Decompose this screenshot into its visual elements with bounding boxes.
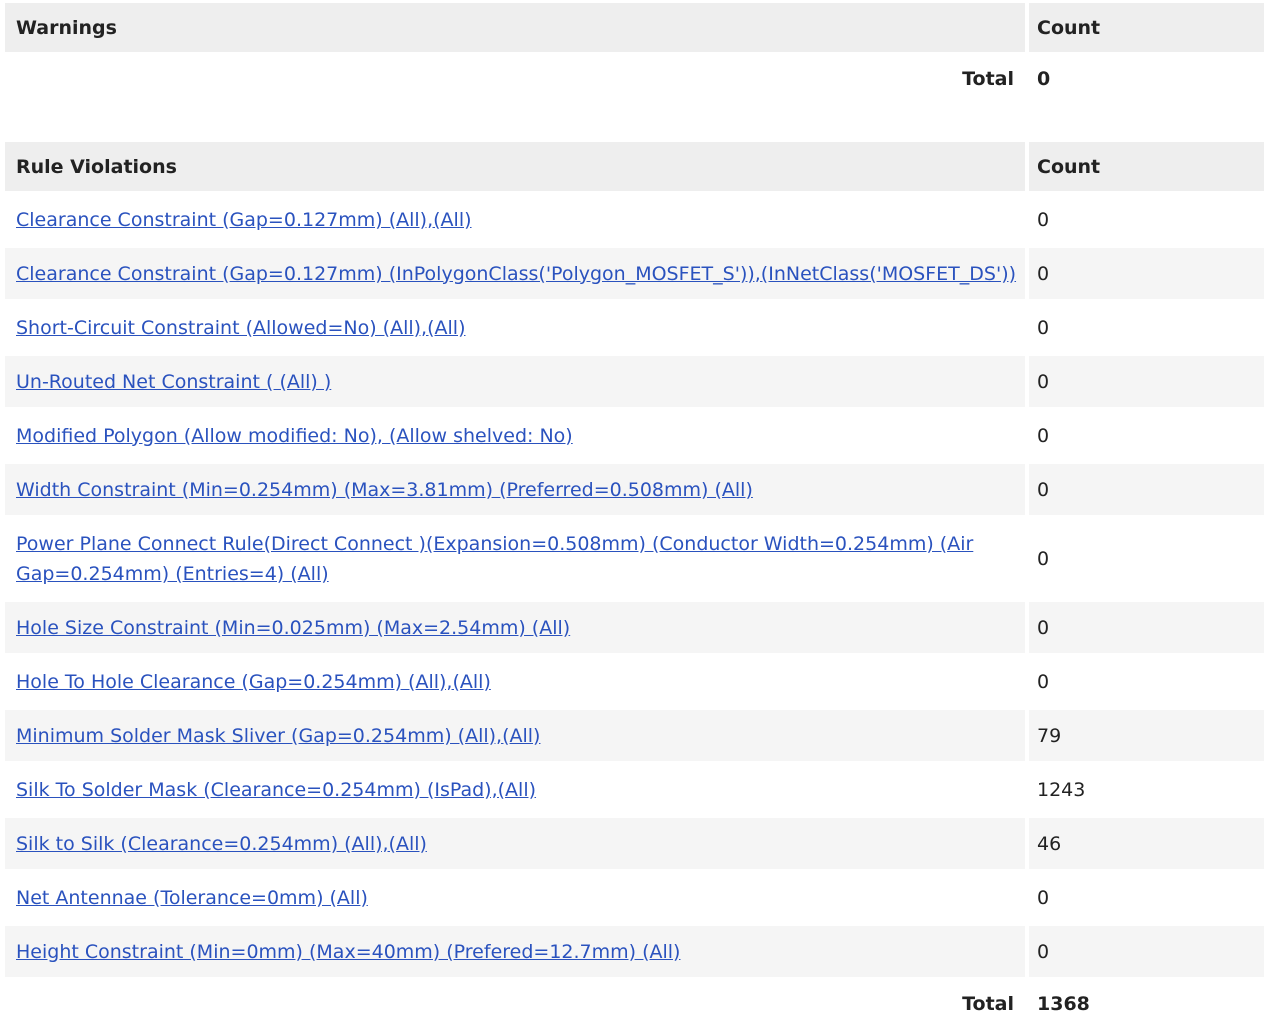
warnings-total-row: Total 0 bbox=[5, 52, 1264, 106]
violations-body: Clearance Constraint (Gap=0.127mm) (All)… bbox=[5, 191, 1264, 1031]
count-cell: 0 bbox=[1025, 461, 1264, 515]
table-row: Un-Routed Net Constraint ( (All) ) 0 bbox=[5, 353, 1264, 407]
table-row: Height Constraint (Min=0mm) (Max=40mm) (… bbox=[5, 923, 1264, 977]
warnings-total-value: 0 bbox=[1025, 52, 1264, 106]
count-cell: 0 bbox=[1025, 353, 1264, 407]
warnings-total-label: Total bbox=[5, 52, 1025, 106]
rule-violations-table: Rule Violations Count Clearance Constrai… bbox=[5, 142, 1264, 1031]
rule-link[interactable]: Modified Polygon (Allow modified: No), (… bbox=[16, 425, 573, 447]
count-cell: 0 bbox=[1025, 407, 1264, 461]
count-cell: 0 bbox=[1025, 923, 1264, 977]
rule-cell: Silk to Silk (Clearance=0.254mm) (All),(… bbox=[5, 815, 1025, 869]
rule-link[interactable]: Width Constraint (Min=0.254mm) (Max=3.81… bbox=[16, 479, 753, 501]
warnings-header: Warnings bbox=[5, 3, 1025, 52]
count-cell: 0 bbox=[1025, 299, 1264, 353]
count-cell: 1243 bbox=[1025, 761, 1264, 815]
rule-link[interactable]: Height Constraint (Min=0mm) (Max=40mm) (… bbox=[16, 941, 680, 963]
rule-link[interactable]: Un-Routed Net Constraint ( (All) ) bbox=[16, 371, 331, 393]
count-cell: 0 bbox=[1025, 869, 1264, 923]
table-row: Short-Circuit Constraint (Allowed=No) (A… bbox=[5, 299, 1264, 353]
table-row: Modified Polygon (Allow modified: No), (… bbox=[5, 407, 1264, 461]
rule-link[interactable]: Net Antennae (Tolerance=0mm) (All) bbox=[16, 887, 368, 909]
table-row: Silk to Silk (Clearance=0.254mm) (All),(… bbox=[5, 815, 1264, 869]
count-cell: 46 bbox=[1025, 815, 1264, 869]
table-row: Silk To Solder Mask (Clearance=0.254mm) … bbox=[5, 761, 1264, 815]
table-row: Width Constraint (Min=0.254mm) (Max=3.81… bbox=[5, 461, 1264, 515]
warnings-header-row: Warnings Count bbox=[5, 3, 1264, 52]
rule-cell: Un-Routed Net Constraint ( (All) ) bbox=[5, 353, 1025, 407]
rule-cell: Clearance Constraint (Gap=0.127mm) (All)… bbox=[5, 191, 1025, 245]
table-row: Clearance Constraint (Gap=0.127mm) (All)… bbox=[5, 191, 1264, 245]
rule-link[interactable]: Power Plane Connect Rule(Direct Connect … bbox=[16, 533, 973, 585]
table-row: Minimum Solder Mask Sliver (Gap=0.254mm)… bbox=[5, 707, 1264, 761]
count-cell: 0 bbox=[1025, 191, 1264, 245]
warnings-table: Warnings Count Total 0 bbox=[5, 3, 1264, 106]
table-row: Net Antennae (Tolerance=0mm) (All) 0 bbox=[5, 869, 1264, 923]
rule-link[interactable]: Short-Circuit Constraint (Allowed=No) (A… bbox=[16, 317, 465, 339]
report-container: Warnings Count Total 0 Rule Violations C… bbox=[5, 3, 1264, 1031]
rule-cell: Minimum Solder Mask Sliver (Gap=0.254mm)… bbox=[5, 707, 1025, 761]
violations-header: Rule Violations bbox=[5, 142, 1025, 191]
rule-link[interactable]: Hole Size Constraint (Min=0.025mm) (Max=… bbox=[16, 617, 570, 639]
rule-cell: Height Constraint (Min=0mm) (Max=40mm) (… bbox=[5, 923, 1025, 977]
count-cell: 0 bbox=[1025, 245, 1264, 299]
violations-total-row: Total 1368 bbox=[5, 977, 1264, 1031]
rule-cell: Hole To Hole Clearance (Gap=0.254mm) (Al… bbox=[5, 653, 1025, 707]
rule-cell: Net Antennae (Tolerance=0mm) (All) bbox=[5, 869, 1025, 923]
count-cell: 79 bbox=[1025, 707, 1264, 761]
rule-link[interactable]: Clearance Constraint (Gap=0.127mm) (All)… bbox=[16, 209, 472, 231]
rule-cell: Clearance Constraint (Gap=0.127mm) (InPo… bbox=[5, 245, 1025, 299]
violations-total-label: Total bbox=[5, 977, 1025, 1031]
warnings-count-header: Count bbox=[1025, 3, 1264, 52]
rule-link[interactable]: Silk To Solder Mask (Clearance=0.254mm) … bbox=[16, 779, 536, 801]
rule-cell: Modified Polygon (Allow modified: No), (… bbox=[5, 407, 1025, 461]
rule-link[interactable]: Hole To Hole Clearance (Gap=0.254mm) (Al… bbox=[16, 671, 491, 693]
rule-link[interactable]: Minimum Solder Mask Sliver (Gap=0.254mm)… bbox=[16, 725, 540, 747]
table-row: Hole Size Constraint (Min=0.025mm) (Max=… bbox=[5, 599, 1264, 653]
rule-cell: Width Constraint (Min=0.254mm) (Max=3.81… bbox=[5, 461, 1025, 515]
violations-header-row: Rule Violations Count bbox=[5, 142, 1264, 191]
rule-cell: Power Plane Connect Rule(Direct Connect … bbox=[5, 515, 1025, 599]
rule-cell: Silk To Solder Mask (Clearance=0.254mm) … bbox=[5, 761, 1025, 815]
count-cell: 0 bbox=[1025, 653, 1264, 707]
table-row: Hole To Hole Clearance (Gap=0.254mm) (Al… bbox=[5, 653, 1264, 707]
rule-cell: Hole Size Constraint (Min=0.025mm) (Max=… bbox=[5, 599, 1025, 653]
count-cell: 0 bbox=[1025, 599, 1264, 653]
violations-total-value: 1368 bbox=[1025, 977, 1264, 1031]
rule-cell: Short-Circuit Constraint (Allowed=No) (A… bbox=[5, 299, 1025, 353]
table-row: Power Plane Connect Rule(Direct Connect … bbox=[5, 515, 1264, 599]
rule-link[interactable]: Clearance Constraint (Gap=0.127mm) (InPo… bbox=[16, 263, 1016, 285]
violations-count-header: Count bbox=[1025, 142, 1264, 191]
count-cell: 0 bbox=[1025, 515, 1264, 599]
table-row: Clearance Constraint (Gap=0.127mm) (InPo… bbox=[5, 245, 1264, 299]
rule-link[interactable]: Silk to Silk (Clearance=0.254mm) (All),(… bbox=[16, 833, 427, 855]
